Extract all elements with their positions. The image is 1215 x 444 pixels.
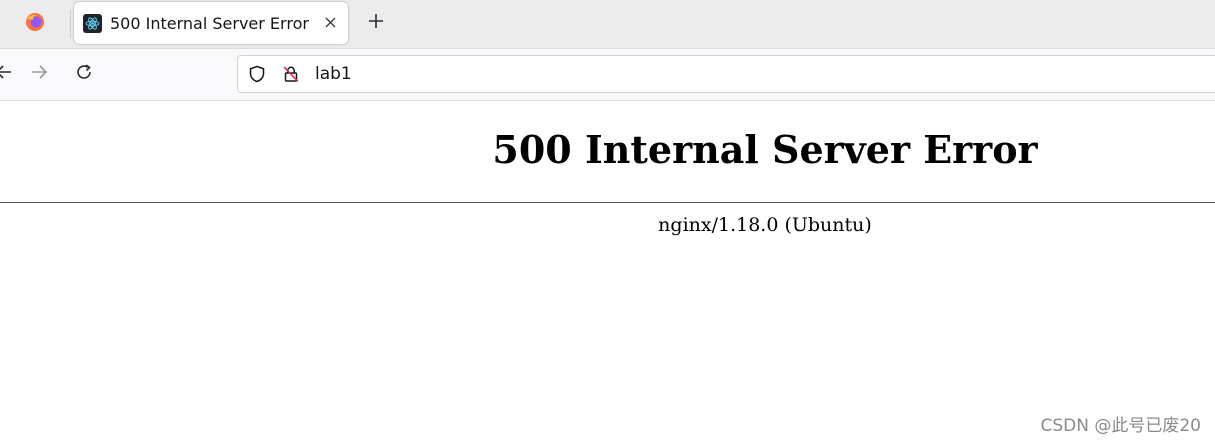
firefox-icon — [25, 12, 45, 36]
watermark: CSDN @此号已废20 — [1040, 416, 1201, 436]
page-content: 500 Internal Server Error nginx/1.18.0 (… — [0, 101, 1215, 444]
new-tab-button[interactable] — [364, 11, 388, 35]
back-button[interactable] — [0, 62, 16, 86]
insecure-lock-icon[interactable] — [281, 64, 301, 84]
react-icon — [83, 13, 102, 33]
error-heading: 500 Internal Server Error — [492, 127, 1038, 172]
tab-separator — [70, 10, 71, 38]
tab-title: 500 Internal Server Error — [110, 13, 309, 33]
divider — [0, 202, 1215, 203]
arrow-left-icon — [0, 63, 13, 85]
reload-icon — [75, 63, 93, 85]
address-bar[interactable]: lab1 — [237, 55, 1215, 93]
url-text: lab1 — [315, 64, 352, 84]
forward-button[interactable] — [27, 62, 51, 86]
shield-icon[interactable] — [247, 64, 267, 84]
arrow-right-icon — [30, 63, 48, 85]
navigation-toolbar: lab1 — [0, 49, 1215, 101]
reload-button[interactable] — [72, 62, 96, 86]
plus-icon — [368, 13, 384, 33]
firefox-view-button[interactable] — [0, 0, 70, 48]
server-info: nginx/1.18.0 (Ubuntu) — [658, 214, 872, 236]
tab-bar: 500 Internal Server Error — [0, 0, 1215, 49]
tab-active[interactable]: 500 Internal Server Error — [74, 2, 348, 44]
close-tab-icon[interactable] — [322, 14, 338, 30]
